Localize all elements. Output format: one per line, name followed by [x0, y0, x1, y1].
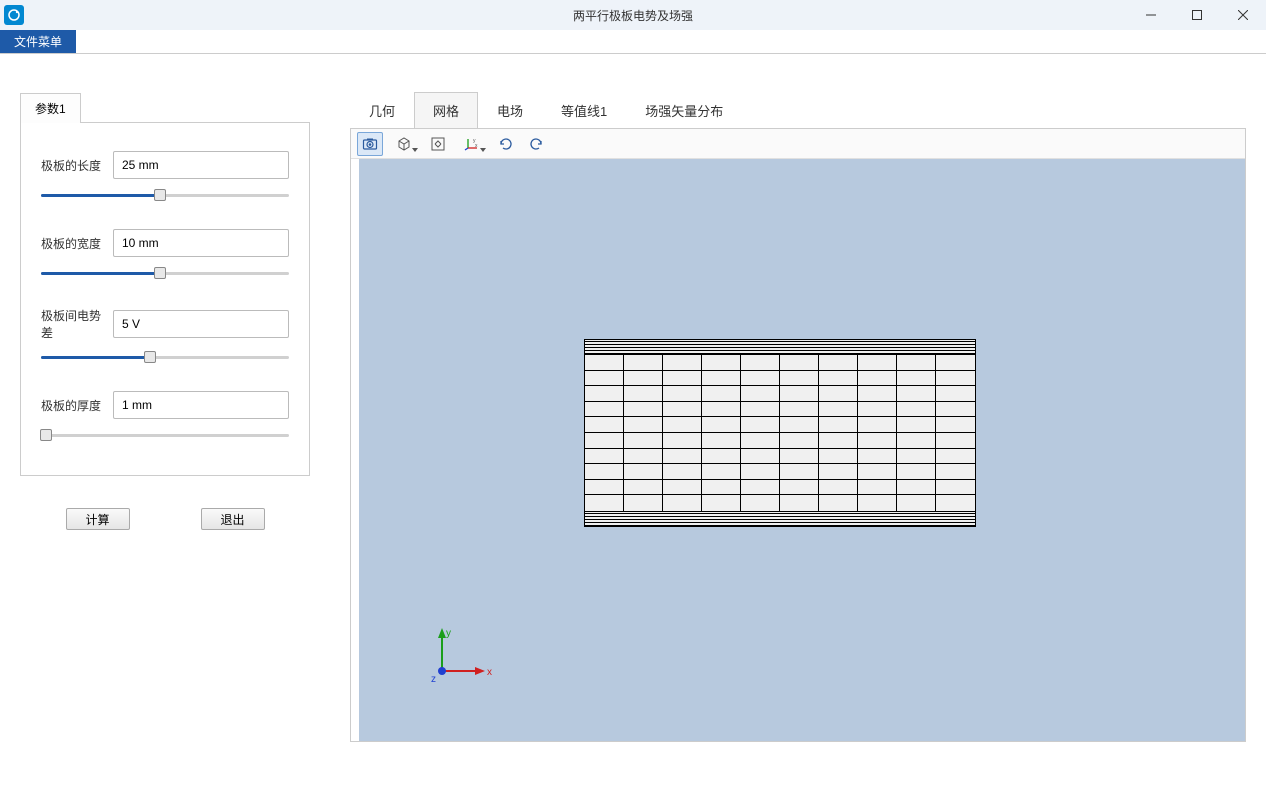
triad-y-label: y	[446, 628, 451, 639]
field-plate-length: 极板的长度	[41, 151, 289, 203]
title-bar: 两平行极板电势及场强	[0, 0, 1266, 30]
label-plate-width: 极板的宽度	[41, 235, 107, 252]
canvas-3d[interactable]: y x z	[359, 159, 1245, 741]
window-title: 两平行极板电势及场强	[573, 7, 693, 24]
slider-plate-length[interactable]	[41, 189, 289, 203]
axis-triad-icon: y x z	[427, 626, 497, 686]
label-potential-diff: 极板间电势差	[41, 307, 107, 341]
viewer-frame: yx y	[350, 128, 1246, 742]
triad-z-label: z	[431, 674, 436, 685]
params-box: 极板的长度 极板的宽度	[20, 122, 310, 476]
field-plate-width: 极板的宽度	[41, 229, 289, 281]
rotate-ccw-icon[interactable]	[523, 132, 549, 156]
triad-x-label: x	[487, 667, 492, 678]
mesh-visualization	[584, 339, 976, 527]
axis-orient-icon[interactable]: yx	[455, 132, 489, 156]
tab-contour[interactable]: 等值线1	[542, 92, 626, 128]
tab-efield[interactable]: 电场	[478, 92, 542, 128]
close-button[interactable]	[1220, 0, 1266, 30]
input-potential-diff[interactable]	[113, 310, 289, 338]
minimize-button[interactable]	[1128, 0, 1174, 30]
viewer-panel: 几何 网格 电场 等值线1 场强矢量分布 yx	[350, 92, 1246, 742]
viewer-toolbar: yx	[351, 129, 1245, 159]
input-plate-width[interactable]	[113, 229, 289, 257]
gap-mesh-grid	[584, 355, 976, 511]
rotate-cw-icon[interactable]	[493, 132, 519, 156]
slider-potential-diff[interactable]	[41, 351, 289, 365]
main-area: 参数1 极板的长度 极板的宽度	[0, 54, 1266, 762]
file-menu[interactable]: 文件菜单	[0, 30, 76, 53]
tab-mesh[interactable]: 网格	[414, 92, 478, 128]
field-plate-thickness: 极板的厚度	[41, 391, 289, 443]
bottom-plate-mesh	[584, 511, 976, 527]
exit-button[interactable]: 退出	[201, 508, 265, 530]
params-tab[interactable]: 参数1	[20, 93, 81, 123]
input-plate-thickness[interactable]	[113, 391, 289, 419]
top-plate-mesh	[584, 339, 976, 355]
label-plate-thickness: 极板的厚度	[41, 397, 107, 414]
maximize-button[interactable]	[1174, 0, 1220, 30]
label-plate-length: 极板的长度	[41, 157, 107, 174]
menu-bar: 文件菜单	[0, 30, 1266, 54]
zoom-extents-icon[interactable]	[425, 132, 451, 156]
parameters-panel: 参数1 极板的长度 极板的宽度	[20, 92, 310, 742]
app-icon	[4, 5, 24, 25]
slider-plate-width[interactable]	[41, 267, 289, 281]
field-potential-diff: 极板间电势差	[41, 307, 289, 365]
tab-geometry[interactable]: 几何	[350, 92, 414, 128]
view-cube-icon[interactable]	[387, 132, 421, 156]
snapshot-icon[interactable]	[357, 132, 383, 156]
input-plate-length[interactable]	[113, 151, 289, 179]
svg-text:x: x	[475, 143, 478, 149]
compute-button[interactable]: 计算	[66, 508, 130, 530]
action-row: 计算 退出	[20, 508, 310, 530]
window-controls	[1128, 0, 1266, 30]
tab-vector[interactable]: 场强矢量分布	[626, 92, 742, 128]
slider-plate-thickness[interactable]	[41, 429, 289, 443]
viewer-tabs: 几何 网格 电场 等值线1 场强矢量分布	[350, 92, 1246, 128]
